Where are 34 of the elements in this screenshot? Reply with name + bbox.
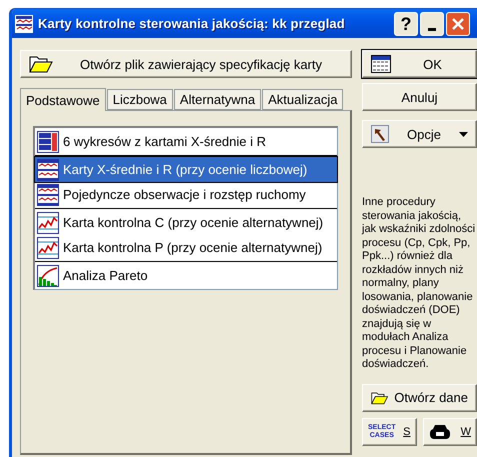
dual-chart-icon xyxy=(37,158,59,180)
list-item[interactable]: Analiza Pareto xyxy=(35,263,337,288)
dual-chart-icon xyxy=(37,184,59,206)
chart-grid-icon xyxy=(37,130,59,152)
tab[interactable]: Aktualizacja xyxy=(262,89,344,110)
minimize-button[interactable] xyxy=(420,12,444,36)
open-spec-button[interactable]: Otwórz plik zawierający specyfikację karty xyxy=(20,50,352,78)
folder-icon xyxy=(29,55,53,73)
minimize-icon xyxy=(428,28,436,30)
options-button[interactable]: Opcje xyxy=(362,120,477,148)
list-item[interactable]: Karta kontrolna P (przy ocenie alternatywnej) xyxy=(35,235,337,260)
window-title: Karty kontrolne sterowania jakością: kk przeglad xyxy=(38,16,345,31)
close-icon xyxy=(451,17,465,31)
info-text: Inne procedury sterowania jakością, jak wskaźniki zdolności procesu (Cp, Cpk, Pp, Ppk...) również dla rozkładów innych niż normalny, plany losowania, planowanie doświadczeń (DOE) znajdują się w modułach Analiza procesu i Planowanie doświadczeń. xyxy=(362,196,476,372)
help-button[interactable]: ? xyxy=(394,12,418,36)
line-chart-icon xyxy=(37,236,59,258)
list-item[interactable]: 6 wykresów z kartami X-średnie i R xyxy=(35,129,337,154)
weight-button[interactable]: W xyxy=(422,418,477,446)
app-icon xyxy=(15,14,33,32)
dropdown-arrow-icon xyxy=(459,132,468,136)
tab[interactable]: Alternatywna xyxy=(174,89,262,110)
close-button[interactable] xyxy=(446,12,470,36)
ok-button[interactable]: OK xyxy=(362,50,477,78)
table-icon xyxy=(371,55,391,73)
open-data-button[interactable]: Otwórz dane xyxy=(362,384,477,412)
tab[interactable]: Liczbowa xyxy=(106,89,173,110)
list-item[interactable]: Karty X-średnie i R (przy ocenie liczbowej) xyxy=(35,157,337,182)
pareto-chart-icon xyxy=(37,264,59,286)
cassette-icon xyxy=(428,424,450,440)
cancel-button[interactable]: Anuluj xyxy=(362,83,477,111)
tab[interactable]: Podstawowe xyxy=(20,88,106,111)
line-chart-icon xyxy=(37,212,59,234)
list-item[interactable]: Pojedyncze obserwacje i rozstęp ruchomy xyxy=(35,182,337,207)
list-item[interactable]: Karta kontrolna C (przy ocenie alternatywnej) xyxy=(35,210,337,235)
